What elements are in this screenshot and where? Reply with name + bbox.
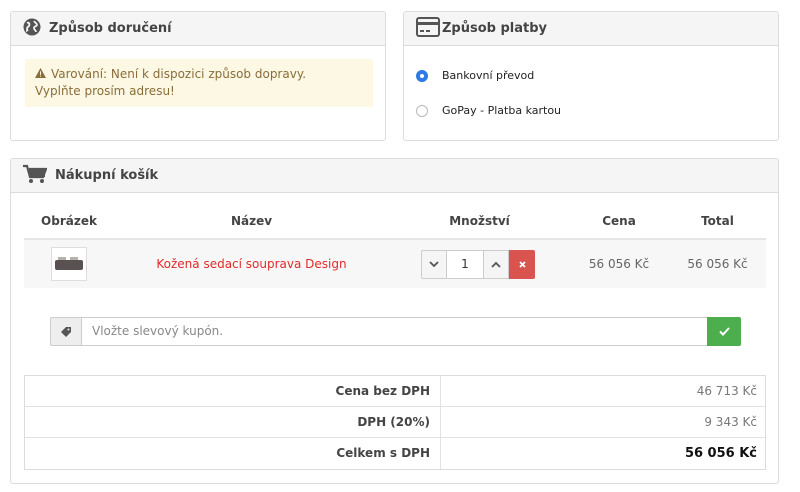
chevron-up-icon	[491, 261, 501, 268]
item-total: 56 056 Kč	[687, 257, 748, 271]
remove-item-button[interactable]	[509, 250, 535, 279]
coupon-addon	[50, 317, 82, 346]
payment-header: Způsob platby	[404, 12, 778, 46]
totals-label: Celkem s DPH	[25, 438, 441, 469]
warning-text-line2: Vyplňte prosím adresu!	[35, 84, 175, 98]
check-icon	[718, 327, 730, 336]
credit-card-icon	[416, 16, 440, 41]
chevron-down-icon	[429, 261, 439, 268]
shopping-cart-icon	[23, 164, 48, 188]
warning-text-line1: Varování: Není k dispozici způsob doprav…	[51, 67, 307, 81]
warning-icon	[35, 66, 47, 83]
totals-value: 9 343 Kč	[704, 415, 757, 429]
column-header-total: Total	[701, 214, 734, 228]
close-icon	[518, 261, 526, 268]
item-price: 56 056 Kč	[588, 257, 650, 271]
totals-value: 46 713 Kč	[696, 384, 757, 398]
radio-unselected-icon[interactable]	[416, 104, 428, 117]
payment-option-gopay[interactable]: GoPay - Platba kartou	[416, 104, 561, 117]
apply-coupon-button[interactable]	[707, 317, 741, 346]
column-header-quantity: Množství	[449, 214, 510, 228]
radio-selected-icon[interactable]	[416, 69, 428, 82]
table-row: Kožená sedací souprava Design 1 56 056 K…	[24, 240, 766, 288]
cart-title: Nákupní košík	[55, 168, 159, 183]
product-thumbnail[interactable]	[51, 247, 87, 281]
cart-panel: Nákupní košík Obrázek Název Množství Cen…	[10, 158, 779, 484]
globe-icon	[23, 18, 41, 40]
delivery-title: Způsob doručení	[49, 21, 172, 36]
tag-icon	[61, 326, 71, 337]
payment-option-bank[interactable]: Bankovní převod	[416, 69, 534, 82]
quantity-decrease-button[interactable]	[421, 250, 447, 279]
quantity-stepper: 1	[421, 250, 535, 279]
totals-row-net: Cena bez DPH 46 713 Kč	[25, 376, 765, 407]
totals-label: DPH (20%)	[25, 407, 441, 438]
totals-row-grand: Celkem s DPH 56 056 Kč	[25, 438, 765, 469]
payment-option-label: GoPay - Platba kartou	[442, 104, 562, 117]
column-header-price: Cena	[602, 214, 636, 228]
payment-option-label: Bankovní převod	[442, 69, 535, 82]
cart-header: Nákupní košík	[11, 159, 778, 193]
delivery-panel: Způsob doručení Varování: Není k dispozi…	[10, 11, 386, 141]
quantity-increase-button[interactable]	[483, 250, 509, 279]
delivery-header: Způsob doručení	[11, 12, 385, 46]
payment-title: Způsob platby	[442, 21, 548, 36]
totals-label: Cena bez DPH	[25, 376, 441, 407]
totals-row-vat: DPH (20%) 9 343 Kč	[25, 407, 765, 438]
coupon-input[interactable]: Vložte slevový kupón.	[82, 317, 707, 346]
column-header-image: Obrázek	[41, 214, 97, 228]
column-header-name: Název	[230, 214, 273, 228]
totals-grand-value: 56 056 Kč	[684, 446, 757, 461]
payment-panel: Způsob platby Bankovní převod GoPay - Pl…	[403, 11, 779, 141]
delivery-warning: Varování: Není k dispozici způsob doprav…	[25, 59, 373, 107]
coupon-input-group: Vložte slevový kupón.	[50, 317, 741, 346]
quantity-input[interactable]: 1	[447, 250, 483, 279]
totals-table: Cena bez DPH 46 713 Kč DPH (20%) 9 343 K…	[24, 375, 766, 470]
product-name-link[interactable]: Kožená sedací souprava Design	[124, 240, 379, 288]
